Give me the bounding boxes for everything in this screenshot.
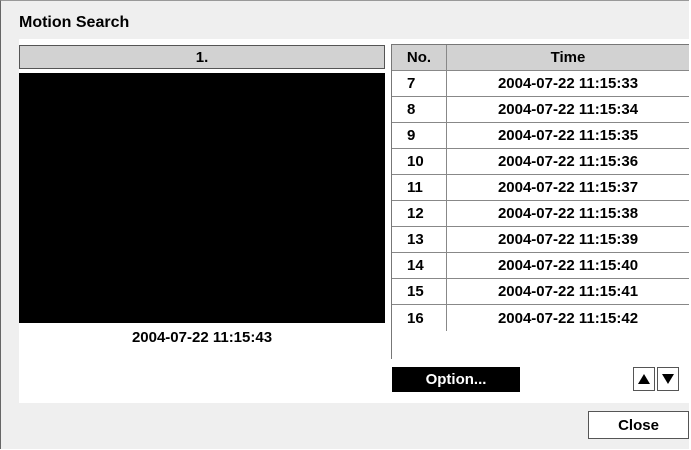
scroll-up-button[interactable]	[633, 367, 655, 391]
table-row[interactable]: 14 2004-07-22 11:15:40	[392, 253, 689, 279]
row-time: 2004-07-22 11:15:35	[497, 127, 639, 144]
results-table: No. Time 7 2004-07-22 11:15:33 8 2004-07…	[391, 44, 689, 359]
column-header-no: No.	[392, 45, 447, 70]
table-row[interactable]: 13 2004-07-22 11:15:39	[392, 227, 689, 253]
video-preview[interactable]	[19, 73, 385, 323]
up-arrow-icon	[638, 374, 650, 384]
row-number: 15	[392, 279, 447, 304]
table-row[interactable]: 9 2004-07-22 11:15:35	[392, 123, 689, 149]
table-row[interactable]: 7 2004-07-22 11:15:33	[392, 71, 689, 97]
option-button[interactable]: Option...	[392, 367, 520, 392]
table-row[interactable]: 10 2004-07-22 11:15:36	[392, 149, 689, 175]
row-number: 7	[392, 71, 447, 96]
row-number: 9	[392, 123, 447, 148]
motion-search-dialog: Motion Search 1. 2004-07-22 11:15:43 No.…	[0, 0, 689, 449]
row-number: 13	[392, 227, 447, 252]
row-number: 12	[392, 201, 447, 226]
column-header-time: Time	[550, 49, 586, 66]
table-header-row: No. Time	[392, 45, 689, 71]
frame-timestamp: 2004-07-22 11:15:43	[131, 328, 273, 346]
row-number: 10	[392, 149, 447, 174]
table-row[interactable]: 8 2004-07-22 11:15:34	[392, 97, 689, 123]
row-number: 16	[392, 305, 447, 331]
down-arrow-icon	[662, 374, 674, 384]
row-time: 2004-07-22 11:15:39	[497, 231, 639, 248]
row-number: 14	[392, 253, 447, 278]
row-time: 2004-07-22 11:15:40	[497, 257, 639, 274]
row-time: 2004-07-22 11:15:34	[497, 101, 639, 118]
row-number: 8	[392, 97, 447, 122]
camera-header-label: 1.	[195, 48, 209, 66]
row-time: 2004-07-22 11:15:41	[497, 283, 639, 300]
row-number: 11	[392, 175, 447, 200]
row-time: 2004-07-22 11:15:42	[497, 309, 639, 327]
scroll-buttons	[633, 367, 679, 391]
dialog-title: Motion Search	[19, 14, 130, 31]
row-time: 2004-07-22 11:15:38	[497, 205, 639, 222]
row-time: 2004-07-22 11:15:36	[497, 153, 639, 170]
table-row[interactable]: 15 2004-07-22 11:15:41	[392, 279, 689, 305]
table-row[interactable]: 16 2004-07-22 11:15:42	[392, 305, 689, 331]
scroll-down-button[interactable]	[657, 367, 679, 391]
row-time: 2004-07-22 11:15:33	[497, 75, 639, 92]
dialog-content: 1. 2004-07-22 11:15:43 No. Time 7 2004-0…	[19, 39, 689, 403]
camera-header: 1.	[19, 45, 385, 69]
close-button[interactable]: Close	[588, 411, 689, 439]
table-row[interactable]: 12 2004-07-22 11:15:38	[392, 201, 689, 227]
table-row[interactable]: 11 2004-07-22 11:15:37	[392, 175, 689, 201]
row-time: 2004-07-22 11:15:37	[497, 179, 639, 196]
